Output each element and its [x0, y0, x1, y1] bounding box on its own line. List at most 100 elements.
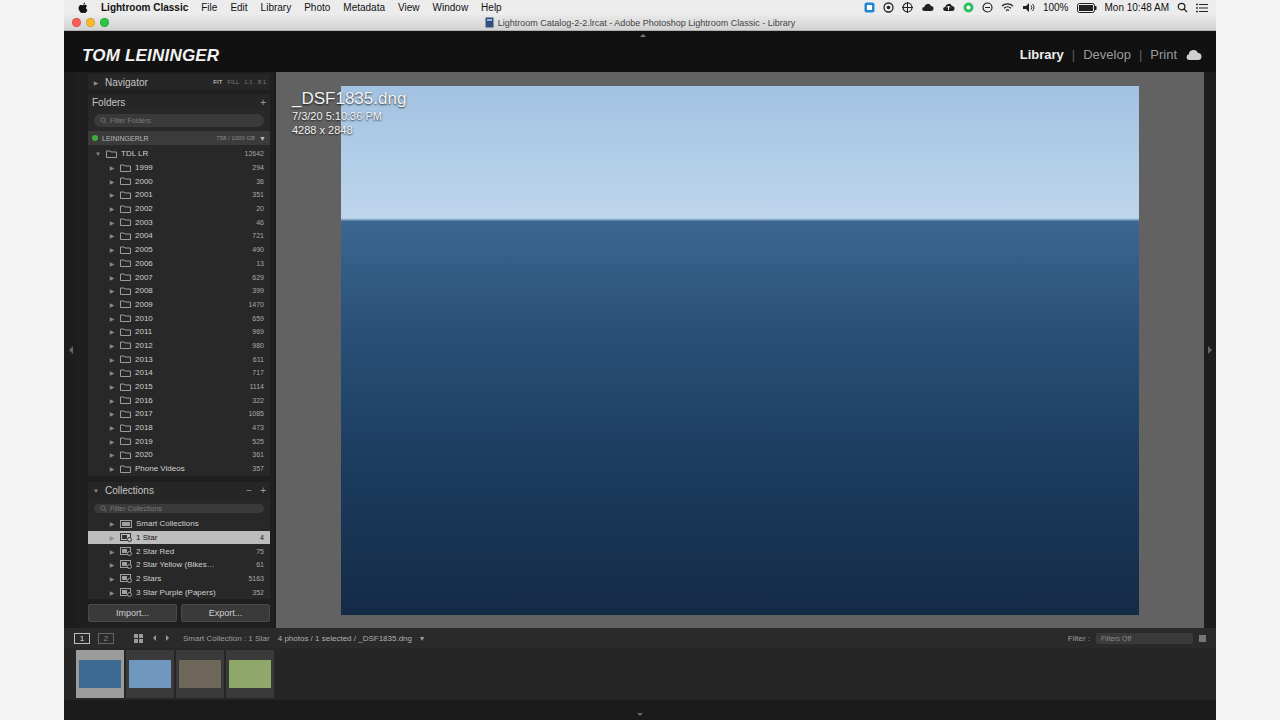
- module-tab[interactable]: Library: [1020, 47, 1064, 62]
- filmstrip-cell[interactable]: [76, 650, 124, 698]
- folder-row[interactable]: ▶200220: [88, 202, 270, 216]
- menu-item[interactable]: Metadata: [343, 2, 385, 13]
- filmstrip-cell[interactable]: [176, 650, 224, 698]
- close-button[interactable]: [72, 18, 81, 27]
- collection-row[interactable]: ▶2 Stars5163: [88, 572, 270, 586]
- collection-row[interactable]: ▶Smart Collections: [88, 517, 270, 531]
- zoom-level[interactable]: FIT: [213, 79, 222, 85]
- folder-row[interactable]: ▶2020361: [88, 448, 270, 462]
- top-panel-toggle[interactable]: [640, 34, 646, 37]
- notification-list-icon[interactable]: [1196, 3, 1208, 13]
- thumbnail[interactable]: [79, 660, 121, 688]
- sync-cloud-icon[interactable]: [1185, 49, 1202, 61]
- folder-row[interactable]: ▶2008399: [88, 284, 270, 298]
- collection-toggle[interactable]: ▶: [108, 534, 116, 541]
- collection-row[interactable]: ▶1 Star4: [88, 531, 270, 545]
- folder-row[interactable]: ▶2018473: [88, 421, 270, 435]
- zoom-button[interactable]: [100, 18, 109, 27]
- collection-toggle[interactable]: ▶: [108, 575, 116, 582]
- filmstrip-source[interactable]: Smart Collection : 1 Star: [183, 634, 270, 643]
- folder-toggle[interactable]: ▶: [108, 219, 116, 226]
- volume-row[interactable]: LEININGERLR758 / 1000 GB▼: [88, 131, 270, 145]
- collection-row[interactable]: ▶2 Star Red75: [88, 544, 270, 558]
- window-view-button[interactable]: 2: [98, 633, 114, 644]
- folder-toggle[interactable]: ▶: [108, 260, 116, 267]
- search-icon[interactable]: [100, 505, 107, 512]
- collection-toggle[interactable]: ▶: [108, 548, 116, 555]
- collection-filter-field[interactable]: Filter Collections: [94, 504, 264, 513]
- add-collection-button[interactable]: +: [260, 485, 266, 496]
- folder-toggle[interactable]: ▶: [108, 301, 116, 308]
- navigator-header[interactable]: ▶NavigatorFITFILL1:18:1: [88, 74, 270, 90]
- left-arrow-icon[interactable]: [69, 346, 73, 354]
- folder-row[interactable]: ▶20091470: [88, 298, 270, 312]
- folder-row[interactable]: ▶2005490: [88, 243, 270, 257]
- target-icon[interactable]: [902, 2, 913, 13]
- vpn-icon[interactable]: [982, 2, 993, 13]
- zoom-level[interactable]: FILL: [227, 79, 239, 85]
- collection-toggle[interactable]: ▶: [108, 589, 116, 596]
- folder-toggle[interactable]: ▶: [108, 465, 116, 472]
- menu-item[interactable]: Window: [433, 2, 469, 13]
- folder-row[interactable]: ▶200346: [88, 215, 270, 229]
- folders-header[interactable]: Folders+: [88, 94, 270, 110]
- folder-toggle[interactable]: ▶: [108, 315, 116, 322]
- collections-header[interactable]: ▼Collections−+: [88, 482, 270, 500]
- menu-item[interactable]: Photo: [304, 2, 330, 13]
- folder-toggle[interactable]: ▶: [108, 342, 116, 349]
- folder-toggle[interactable]: ▶: [108, 274, 116, 281]
- folder-row[interactable]: ▶20171085: [88, 407, 270, 421]
- folder-row[interactable]: ▶1999294: [88, 161, 270, 175]
- folder-toggle[interactable]: ▶: [108, 356, 116, 363]
- sync-icon[interactable]: [883, 2, 894, 13]
- filmstrip-status[interactable]: 4 photos / 1 selected / _DSF1835.dng: [278, 634, 412, 643]
- folder-row[interactable]: ▶2019525: [88, 434, 270, 448]
- navigator-toggle[interactable]: ▶: [92, 79, 100, 86]
- folder-row[interactable]: ▼TDL LR12642: [88, 147, 270, 161]
- wifi-icon[interactable]: [1001, 2, 1014, 13]
- folder-toggle[interactable]: ▶: [108, 424, 116, 431]
- back-arrow-icon[interactable]: [153, 635, 156, 641]
- folder-row[interactable]: ▶2016322: [88, 393, 270, 407]
- folder-toggle[interactable]: ▶: [108, 451, 116, 458]
- module-tab[interactable]: Develop: [1083, 47, 1131, 62]
- right-panel-toggle[interactable]: [1204, 72, 1216, 628]
- folder-toggle[interactable]: ▶: [108, 191, 116, 198]
- folder-toggle[interactable]: ▶: [108, 246, 116, 253]
- clock[interactable]: Mon 10:48 AM: [1105, 2, 1169, 13]
- folder-toggle[interactable]: ▶: [108, 328, 116, 335]
- bottom-panel-toggle[interactable]: [64, 700, 1216, 720]
- search-icon[interactable]: [100, 117, 107, 124]
- folder-toggle[interactable]: ▶: [108, 232, 116, 239]
- folder-toggle[interactable]: ▶: [108, 287, 116, 294]
- folder-toggle[interactable]: ▶: [108, 410, 116, 417]
- folder-toggle[interactable]: ▼: [94, 151, 102, 157]
- add-folder-button[interactable]: +: [260, 97, 266, 108]
- folder-row[interactable]: ▶2007629: [88, 270, 270, 284]
- up-arrow-icon[interactable]: [640, 34, 646, 37]
- collection-row[interactable]: ▶3 Star Purple (Papers)352: [88, 585, 270, 599]
- folder-toggle[interactable]: ▶: [108, 164, 116, 171]
- folder-row[interactable]: ▶2014717: [88, 366, 270, 380]
- battery-icon[interactable]: [1077, 3, 1097, 13]
- folder-row[interactable]: ▶2010659: [88, 311, 270, 325]
- grid-view-icon[interactable]: [134, 634, 143, 643]
- folder-row[interactable]: ▶200613: [88, 257, 270, 271]
- photo[interactable]: [341, 86, 1139, 615]
- thumbnail[interactable]: [229, 660, 271, 688]
- forward-arrow-icon[interactable]: [166, 635, 169, 641]
- folder-toggle[interactable]: ▶: [108, 178, 116, 185]
- folder-filter-field[interactable]: Filter Folders: [94, 114, 264, 127]
- zoom-level[interactable]: 8:1: [258, 79, 266, 85]
- filmstrip-cell[interactable]: [126, 650, 174, 698]
- folder-toggle[interactable]: ▶: [108, 383, 116, 390]
- menu-item[interactable]: View: [398, 2, 420, 13]
- collection-row[interactable]: ▶2 Star Yellow (Bikes…61: [88, 558, 270, 572]
- window-view-button[interactable]: 1: [74, 633, 90, 644]
- filter-lock-icon[interactable]: [1199, 635, 1206, 642]
- menu-item[interactable]: File: [201, 2, 217, 13]
- dropbox-icon[interactable]: [864, 2, 875, 13]
- collection-toggle[interactable]: ▶: [108, 561, 116, 568]
- filter-dropdown[interactable]: Filters Off: [1096, 633, 1193, 644]
- folder-toggle[interactable]: ▶: [108, 369, 116, 376]
